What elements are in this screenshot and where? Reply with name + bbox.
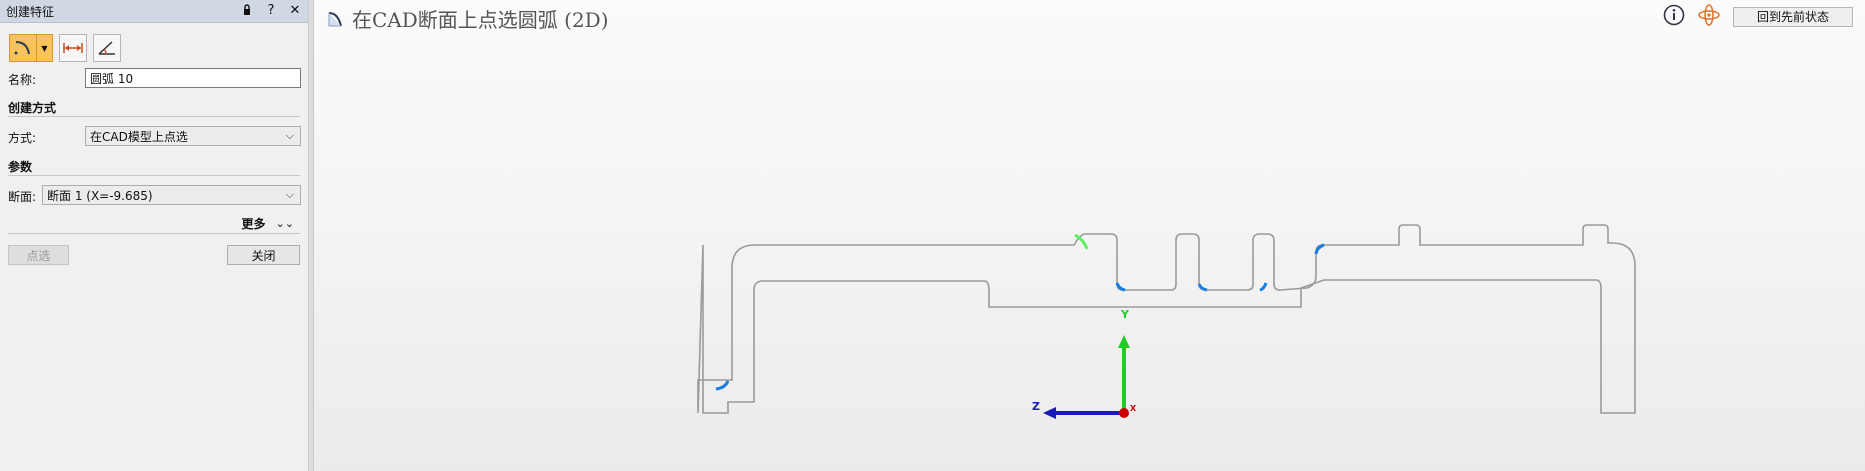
cad-viewport[interactable]: 在CAD断面上点选圆弧 (2D) 回到先前状态 Y Z X	[314, 0, 1865, 471]
help-icon[interactable]: ?	[264, 2, 278, 18]
y-axis-label: Y	[1120, 308, 1130, 321]
distance-tool-button[interactable]	[59, 34, 87, 62]
method-label: 方式:	[8, 131, 37, 145]
double-chevron-down-icon: ⌄⌄	[275, 217, 294, 230]
section-profile[interactable]	[697, 224, 1636, 414]
arc-icon	[14, 41, 30, 55]
angle-tool-button[interactable]	[93, 34, 121, 62]
cad-drawing: Y Z X	[697, 224, 1636, 419]
section-create-method: 创建方式	[8, 101, 57, 115]
chevron-down-icon: ⌵	[285, 188, 294, 201]
divider	[8, 175, 300, 176]
y-axis-arrow	[1118, 335, 1130, 348]
pick-button[interactable]: 点选	[8, 245, 69, 265]
axis-triad: Y Z X	[1032, 308, 1137, 419]
angle-icon	[98, 41, 115, 55]
panel-title: 创建特征	[6, 4, 55, 19]
distance-icon	[63, 43, 83, 53]
pin-icon[interactable]	[240, 2, 254, 18]
selected-arc[interactable]	[1074, 233, 1089, 250]
arc-tool-dropdown[interactable]: ▼	[37, 34, 53, 62]
section-params: 参数	[8, 160, 33, 174]
chevron-down-icon: ⌵	[285, 129, 294, 142]
divider	[8, 116, 300, 117]
x-axis-label: X	[1130, 404, 1137, 413]
create-feature-panel: 创建特征 ? ✕ ▼ 名称: 圆弧 10 创建方式 方式: 在CAD模型上点选 …	[0, 0, 309, 471]
feature-toolbar: ▼	[0, 29, 308, 67]
section-label: 断面:	[8, 190, 37, 204]
highlighted-arc[interactable]	[1259, 282, 1268, 292]
highlighted-arc[interactable]	[715, 380, 730, 391]
method-select[interactable]: 在CAD模型上点选 ⌵	[85, 126, 301, 146]
close-button[interactable]: 关闭	[227, 245, 300, 265]
chevron-down-icon: ▼	[41, 43, 48, 53]
section-select-value: 断面 1 (X=-9.685)	[47, 188, 153, 203]
panel-titlebar: 创建特征 ? ✕	[0, 0, 308, 23]
divider	[8, 233, 300, 234]
more-toggle[interactable]: 更多 ⌄⌄	[242, 215, 294, 232]
arc-tool-button[interactable]	[9, 34, 37, 62]
z-axis-label: Z	[1032, 400, 1040, 413]
name-field[interactable]: 圆弧 10	[85, 68, 301, 88]
close-icon[interactable]: ✕	[288, 2, 302, 18]
method-select-value: 在CAD模型上点选	[90, 129, 188, 144]
z-axis-arrow	[1043, 407, 1056, 419]
name-label: 名称:	[8, 73, 37, 87]
section-select[interactable]: 断面 1 (X=-9.685) ⌵	[42, 185, 301, 205]
panel-title-actions: ? ✕	[240, 2, 302, 18]
more-label: 更多	[241, 217, 266, 231]
x-axis-origin	[1119, 408, 1129, 418]
